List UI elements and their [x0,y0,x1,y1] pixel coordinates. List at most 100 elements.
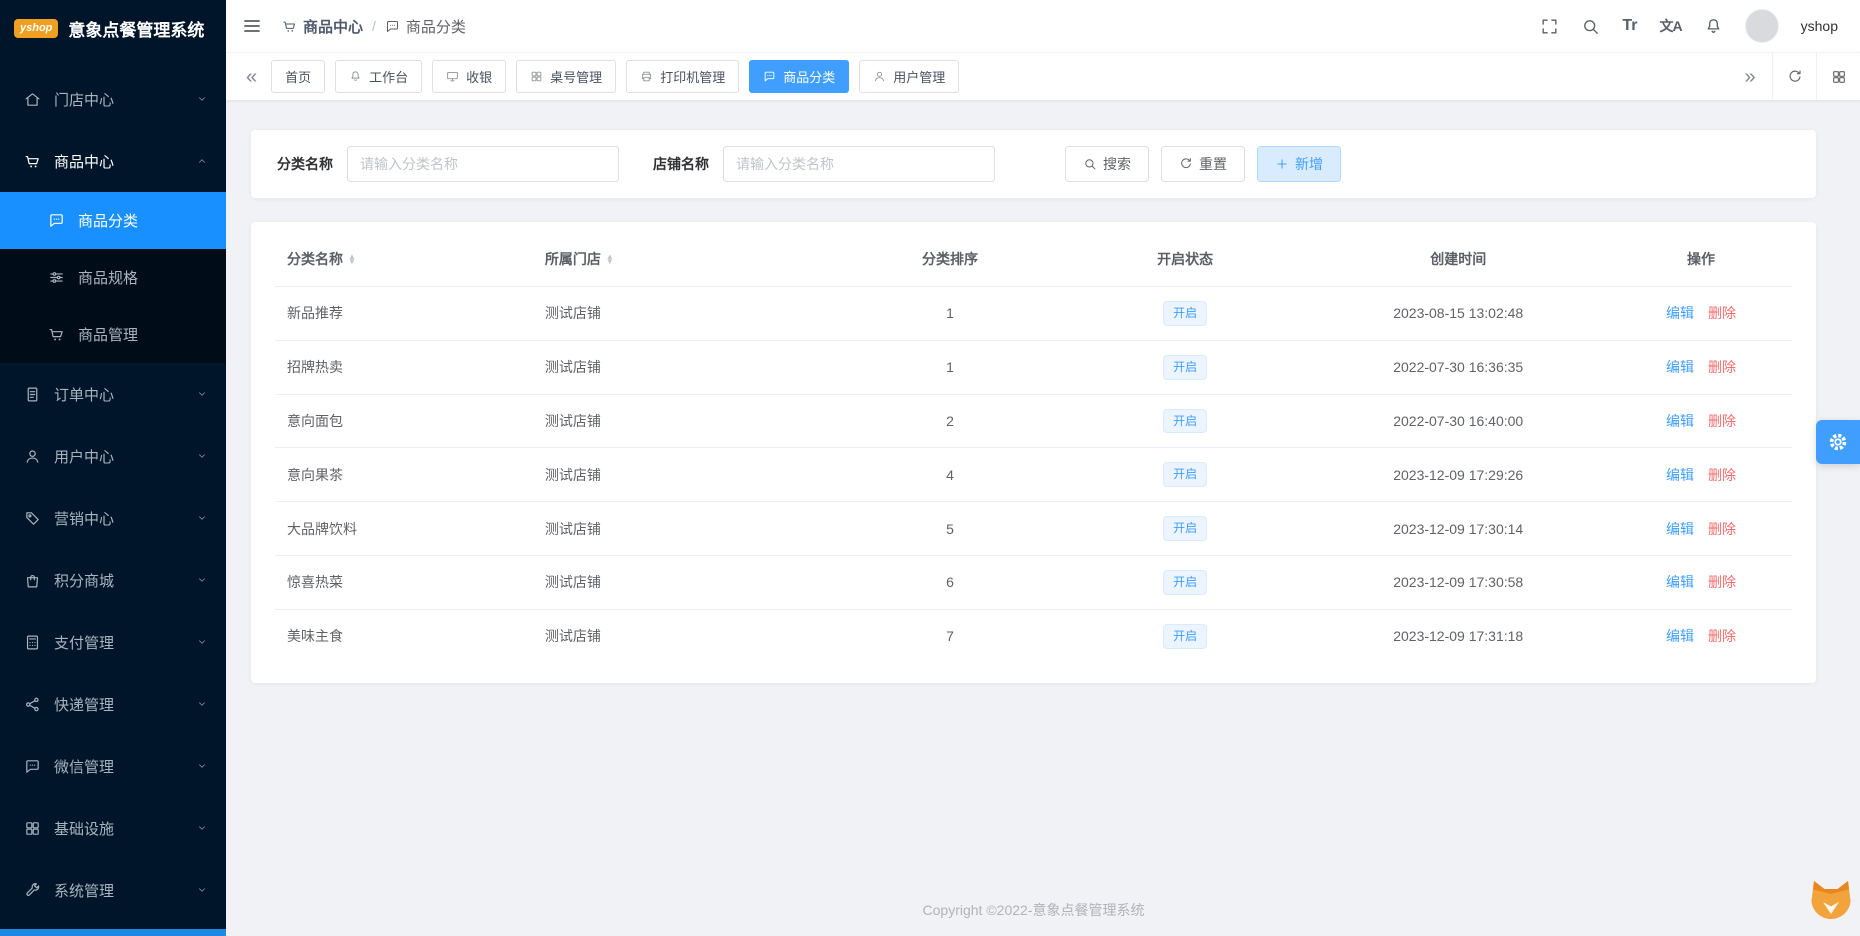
cell-store: 测试店铺 [532,286,837,341]
store-name-input[interactable] [723,146,995,182]
edit-link[interactable]: 编辑 [1666,359,1694,375]
sidebar: yshop 意象点餐管理系统 门店中心 商品中心 商品分类 商品规格 商品管理 … [0,0,226,936]
cart-icon [282,19,297,34]
cell-created: 2022-07-30 16:40:00 [1306,393,1610,448]
status-badge: 开启 [1163,354,1208,380]
sidebar-item-product-spec[interactable]: 商品规格 [0,249,226,306]
col-created: 创建时间 [1430,251,1487,267]
sidebar-item-payment-manage[interactable]: 支付管理 [0,611,226,673]
tabs-list: 首页 工作台 收银 桌号管理 打印机管理 商品分类 用户管理 [271,60,1728,93]
delete-link[interactable]: 删除 [1708,305,1736,321]
tabs-scroll-right-icon[interactable]: » [1728,53,1772,100]
sliders-icon [48,269,65,286]
sidebar-item-order-center[interactable]: 订单中心 [0,363,226,425]
chat-icon [763,70,776,83]
delete-link[interactable]: 删除 [1708,467,1736,483]
status-badge: 开启 [1163,516,1208,541]
tab-label: 收银 [466,70,493,85]
tab-user-manage[interactable]: 用户管理 [859,60,960,93]
table-card: 分类名称 ▲ ▼ 所属门店 ▲ ▼ 分类排序 开启状态 创建时间 操作 新品推荐… [251,222,1816,683]
sidebar-item-label: 基础设施 [54,820,115,838]
tab-cashier[interactable]: 收银 [432,60,507,93]
sidebar-item-label: 微信管理 [54,758,115,776]
chevron-down-icon [196,93,208,105]
tab-table-manage[interactable]: 桌号管理 [516,60,617,93]
sidebar-item-label: 积分商城 [54,572,115,590]
edit-link[interactable]: 编辑 [1666,467,1694,483]
sidebar-item-system-manage[interactable]: 系统管理 [0,859,226,921]
username[interactable]: yshop [1801,18,1838,34]
delete-link[interactable]: 删除 [1708,359,1736,375]
sidebar-item-express-manage[interactable]: 快递管理 [0,673,226,735]
cell-sort: 6 [836,554,1064,610]
table-row: 新品推荐 测试店铺 1 开启 2023-08-15 13:02:48 编辑 删除 [275,286,1792,341]
sidebar-item-store-center[interactable]: 门店中心 [0,68,226,130]
translate-icon[interactable]: 文A [1660,16,1683,36]
table-row: 大品牌饮料 测试店铺 5 开启 2023-12-09 17:30:14 编辑 删除 [275,501,1792,556]
status-badge: 开启 [1163,623,1208,649]
category-name-input[interactable] [347,146,619,182]
cell-category-name: 美味主食 [275,608,533,663]
tab-label: 商品分类 [783,70,836,85]
tabs-controls: » [1728,53,1860,100]
sidebar-item-user-center[interactable]: 用户中心 [0,425,226,487]
breadcrumb-item-product-center[interactable]: 商品中心 [282,16,363,37]
cell-store: 测试店铺 [532,501,837,556]
sort-control[interactable]: ▲ ▼ [348,252,356,265]
tab-product-category[interactable]: 商品分类 [749,60,850,93]
edit-link[interactable]: 编辑 [1666,628,1694,644]
tab-label: 用户管理 [893,70,946,85]
avatar[interactable] [1744,9,1779,43]
sort-control[interactable]: ▲ ▼ [606,252,614,265]
chat-icon [385,19,400,34]
cell-category-name: 新品推荐 [275,286,533,341]
tab-workbench[interactable]: 工作台 [335,60,423,93]
cell-category-name: 意向果茶 [275,447,533,502]
delete-link[interactable]: 删除 [1708,574,1736,590]
sidebar-item-marketing-center[interactable]: 营销中心 [0,487,226,549]
reset-button[interactable]: 重置 [1161,146,1245,182]
edit-link[interactable]: 编辑 [1666,413,1694,429]
breadcrumb: 商品中心 / 商品分类 [282,16,466,37]
settings-fab-button[interactable] [1816,420,1860,464]
search-icon[interactable] [1581,17,1600,36]
breadcrumb-separator: / [372,18,376,34]
fox-widget-icon[interactable] [1807,875,1855,923]
delete-link[interactable]: 删除 [1708,521,1736,537]
sidebar-item-points-mall[interactable]: 积分商城 [0,549,226,611]
fullscreen-icon[interactable] [1540,17,1559,36]
bell-icon[interactable] [1704,17,1723,36]
hamburger-icon[interactable] [242,16,262,36]
edit-link[interactable]: 编辑 [1666,574,1694,590]
add-button[interactable]: 新增 [1257,146,1341,182]
tabs-bar: « 首页 工作台 收银 桌号管理 打印机管理 商品分类 用户管理 » [226,52,1860,100]
delete-link[interactable]: 删除 [1708,628,1736,644]
search-button[interactable]: 搜索 [1065,146,1149,182]
page-content: 分类名称 店铺名称 搜索 重置 新增 [226,100,1860,936]
cell-created: 2022-07-30 16:36:35 [1306,339,1610,395]
sidebar-scrollbar[interactable] [0,929,226,936]
sidebar-item-product-center[interactable]: 商品中心 [0,130,226,192]
col-sort: 分类排序 [922,251,979,267]
sidebar-item-wechat-manage[interactable]: 微信管理 [0,735,226,797]
table-row: 意向面包 测试店铺 2 开启 2022-07-30 16:40:00 编辑 删除 [275,393,1792,448]
tab-label: 工作台 [369,70,409,85]
tab-home[interactable]: 首页 [271,60,326,93]
font-size-icon[interactable]: Tr [1622,17,1637,35]
chevron-down-icon [196,884,208,896]
sidebar-item-product-manage[interactable]: 商品管理 [0,306,226,363]
tab-printer-manage[interactable]: 打印机管理 [626,60,740,93]
refresh-icon[interactable] [1772,53,1816,100]
calculator-icon [24,634,41,651]
delete-link[interactable]: 删除 [1708,413,1736,429]
edit-link[interactable]: 编辑 [1666,305,1694,321]
sidebar-item-infrastructure[interactable]: 基础设施 [0,797,226,859]
monitor-icon [446,70,459,83]
sidebar-item-label: 商品分类 [78,213,139,230]
tabs-menu-icon[interactable] [1816,53,1860,100]
tabs-scroll-left-icon[interactable]: « [240,67,263,87]
status-badge: 开启 [1163,569,1208,595]
sidebar-item-product-category[interactable]: 商品分类 [0,192,226,249]
edit-link[interactable]: 编辑 [1666,521,1694,537]
breadcrumb-label: 商品分类 [405,18,466,36]
